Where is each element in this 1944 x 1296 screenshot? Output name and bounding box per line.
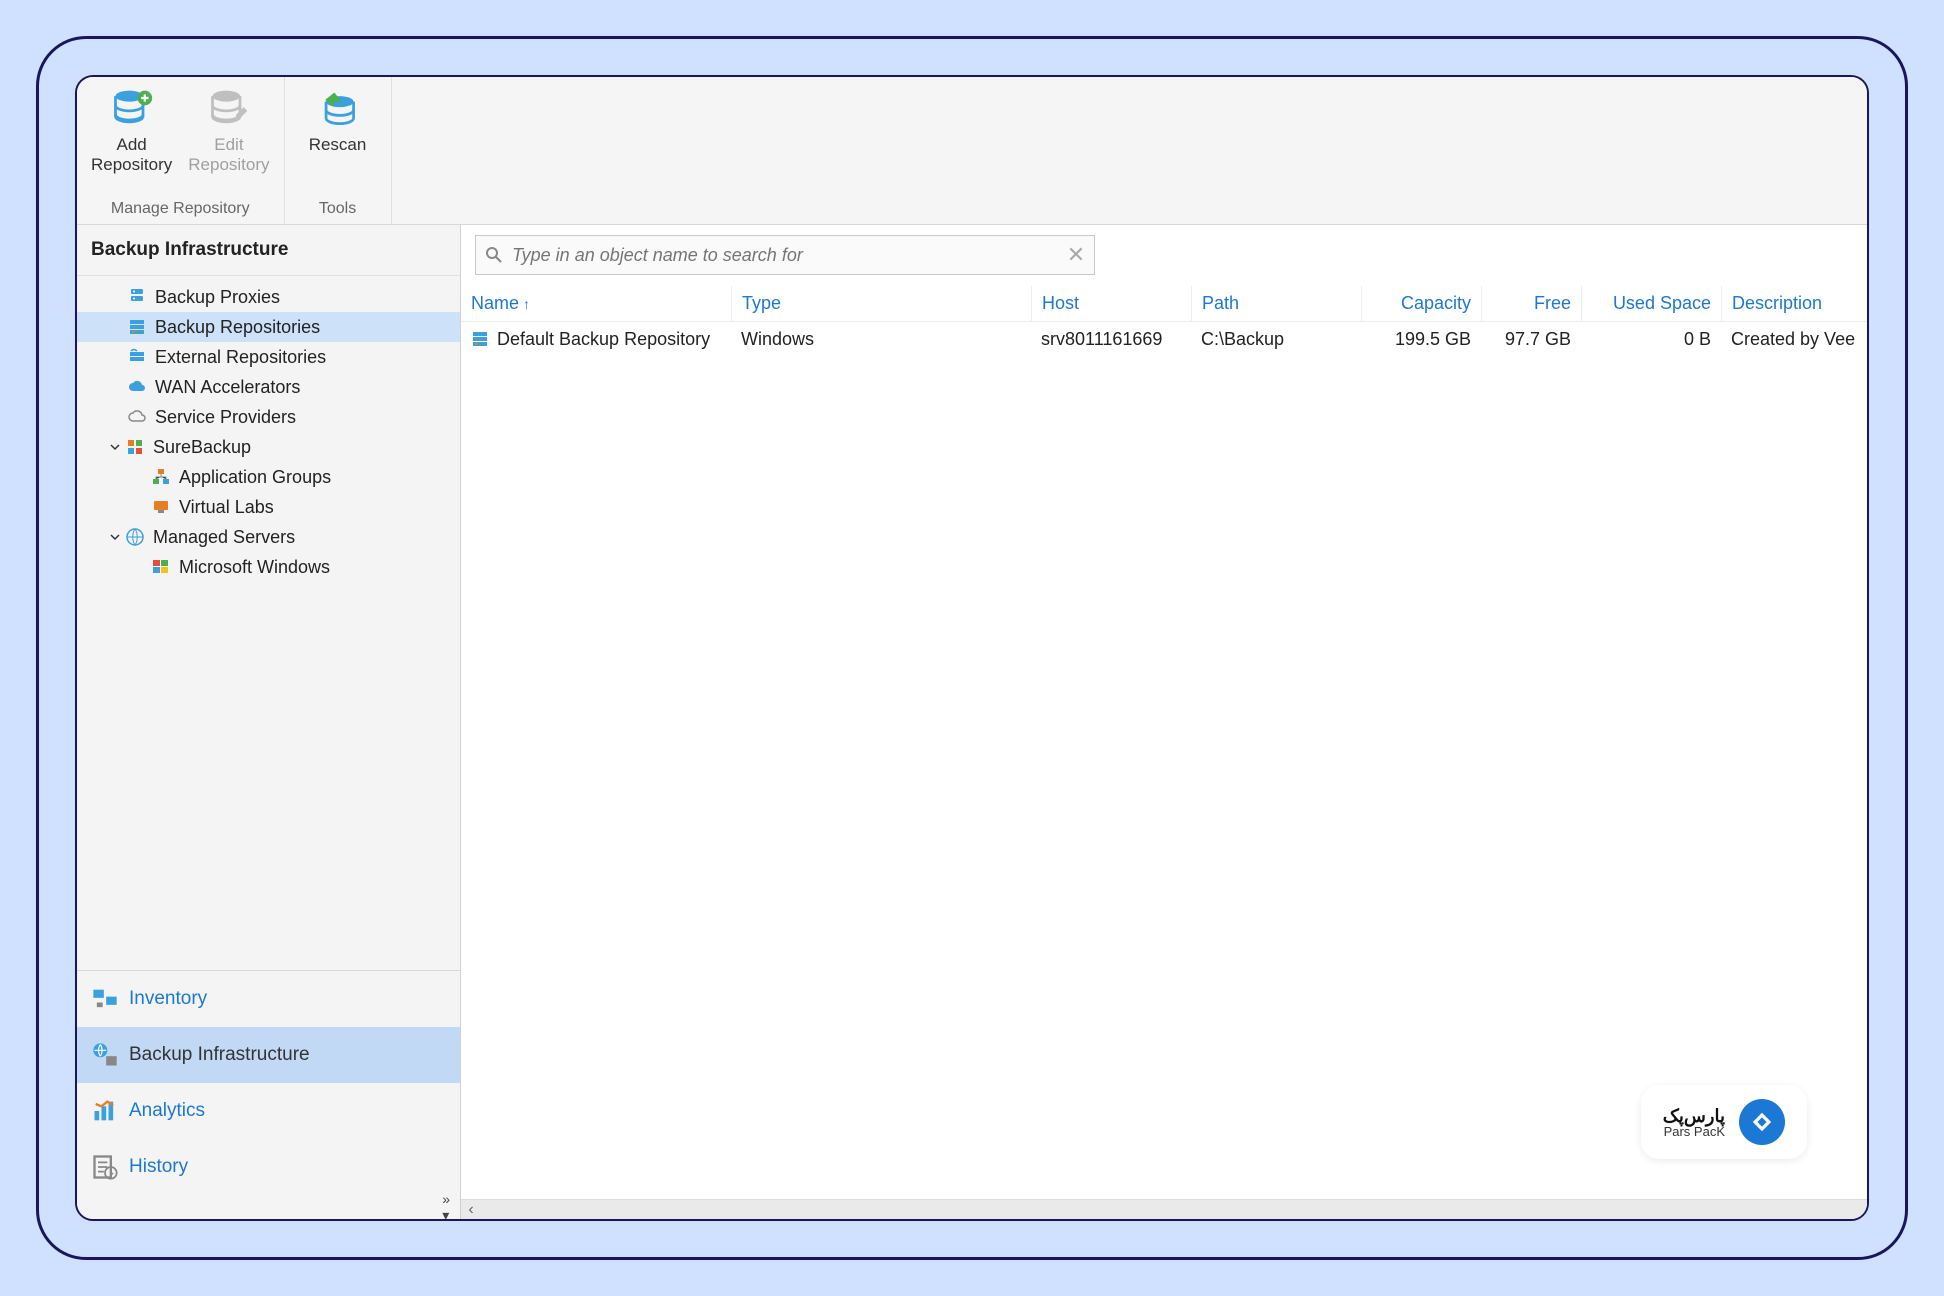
windows-icon: [151, 557, 171, 577]
grid-header: Name↑ Type Host Path Capacity Free Used …: [461, 286, 1867, 322]
tree-item-microsoft-windows[interactable]: Microsoft Windows: [77, 552, 460, 582]
nav-history[interactable]: History: [77, 1139, 460, 1195]
main-content: ✕ Name↑ Type Host Path Capacity Free Use…: [461, 225, 1867, 1219]
tree-item-surebackup[interactable]: SureBackup: [77, 432, 460, 462]
sidebar: Backup Infrastructure Backup Proxies Bac…: [77, 225, 461, 1219]
search-bar: ✕: [475, 235, 1095, 275]
tree-item-external-repositories[interactable]: External Repositories: [77, 342, 460, 372]
column-description[interactable]: Description: [1721, 286, 1867, 321]
sidebar-tree: Backup Proxies Backup Repositories Exter…: [77, 276, 460, 970]
cell-path: C:\Backup: [1191, 329, 1361, 350]
ribbon-toolbar: AddRepository EditRepository Manage Repo…: [77, 77, 1867, 225]
tree-expander-icon[interactable]: [107, 529, 123, 545]
analytics-icon: [91, 1097, 119, 1125]
edit-repository-button[interactable]: EditRepository: [182, 83, 275, 198]
sidebar-title: Backup Infrastructure: [77, 225, 460, 276]
tree-item-label: Service Providers: [155, 407, 296, 428]
clear-search-icon[interactable]: ✕: [1066, 245, 1086, 265]
cloud-icon: [127, 377, 147, 397]
column-path[interactable]: Path: [1191, 286, 1361, 321]
cell-name: Default Backup Repository: [497, 329, 710, 350]
tree-item-backup-proxies[interactable]: Backup Proxies: [77, 282, 460, 312]
database-edit-icon: [207, 87, 251, 131]
tree-item-label: Application Groups: [179, 467, 331, 488]
cell-capacity: 199.5 GB: [1361, 329, 1481, 350]
nav-expand-toggle[interactable]: »▾: [77, 1195, 460, 1219]
cell-free: 97.7 GB: [1481, 329, 1581, 350]
history-icon: [91, 1153, 119, 1181]
nav-backup-infrastructure[interactable]: Backup Infrastructure: [77, 1027, 460, 1083]
ribbon-group-label: Tools: [319, 198, 356, 222]
nav-inventory[interactable]: Inventory: [77, 971, 460, 1027]
tree-expander-icon[interactable]: [107, 439, 123, 455]
nav-label: Inventory: [129, 988, 207, 1010]
cell-host: srv8011161669: [1031, 329, 1191, 350]
grid-row[interactable]: Default Backup Repository Windows srv801…: [461, 322, 1867, 356]
tree-item-label: WAN Accelerators: [155, 377, 300, 398]
external-repository-icon: [127, 347, 147, 367]
tree-item-label: Backup Proxies: [155, 287, 280, 308]
brand-name: پارس‌پک: [1663, 1107, 1725, 1125]
horizontal-scrollbar[interactable]: ‹: [461, 1199, 1867, 1219]
cell-description: Created by Vee: [1721, 329, 1867, 350]
tree-item-virtual-labs[interactable]: Virtual Labs: [77, 492, 460, 522]
repository-row-icon: [471, 330, 489, 348]
nav-label: Backup Infrastructure: [129, 1044, 310, 1066]
rescan-button[interactable]: Rescan: [293, 83, 383, 198]
cell-used: 0 B: [1581, 329, 1721, 350]
nav-analytics[interactable]: Analytics: [77, 1083, 460, 1139]
ribbon-group-tools: Rescan Tools: [285, 77, 392, 224]
column-type[interactable]: Type: [731, 286, 1031, 321]
brand-subtitle: Pars PacK: [1663, 1125, 1725, 1138]
tree-item-label: SureBackup: [153, 437, 251, 458]
tree-item-label: Backup Repositories: [155, 317, 320, 338]
scroll-track[interactable]: [481, 1200, 1867, 1219]
ribbon-group-label: Manage Repository: [111, 198, 250, 222]
tree-item-wan-accelerators[interactable]: WAN Accelerators: [77, 372, 460, 402]
tree-item-label: Managed Servers: [153, 527, 295, 548]
sort-asc-icon: ↑: [523, 296, 530, 312]
add-repository-button[interactable]: AddRepository: [85, 83, 178, 198]
tree-item-application-groups[interactable]: Application Groups: [77, 462, 460, 492]
tree-item-label: External Repositories: [155, 347, 326, 368]
surebackup-icon: [125, 437, 145, 457]
search-input[interactable]: [512, 245, 1066, 266]
tree-item-managed-servers[interactable]: Managed Servers: [77, 522, 460, 552]
brand-logo-icon: [1739, 1099, 1785, 1145]
database-add-icon: [110, 87, 154, 131]
tree-item-backup-repositories[interactable]: Backup Repositories: [77, 312, 460, 342]
repository-grid: Name↑ Type Host Path Capacity Free Used …: [461, 286, 1867, 1199]
managed-servers-icon: [125, 527, 145, 547]
brand-badge: پارس‌پک Pars PacK: [1641, 1085, 1807, 1159]
database-rescan-icon: [316, 87, 360, 131]
inventory-icon: [91, 985, 119, 1013]
backup-infrastructure-icon: [91, 1041, 119, 1069]
column-free[interactable]: Free: [1481, 286, 1581, 321]
cell-type: Windows: [731, 329, 1031, 350]
column-used-space[interactable]: Used Space: [1581, 286, 1721, 321]
tree-item-label: Virtual Labs: [179, 497, 274, 518]
tree-item-service-providers[interactable]: Service Providers: [77, 402, 460, 432]
service-provider-icon: [127, 407, 147, 427]
application-groups-icon: [151, 467, 171, 487]
virtual-labs-icon: [151, 497, 171, 517]
bottom-nav: Inventory Backup Infrastructure Analytic…: [77, 970, 460, 1219]
tree-item-label: Microsoft Windows: [179, 557, 330, 578]
scroll-left-icon[interactable]: ‹: [461, 1200, 481, 1219]
column-host[interactable]: Host: [1031, 286, 1191, 321]
repository-icon: [127, 317, 147, 337]
proxy-icon: [127, 287, 147, 307]
nav-label: Analytics: [129, 1100, 205, 1122]
search-icon: [484, 245, 504, 265]
column-capacity[interactable]: Capacity: [1361, 286, 1481, 321]
column-name[interactable]: Name↑: [461, 286, 731, 321]
nav-label: History: [129, 1156, 188, 1178]
ribbon-group-manage-repository: AddRepository EditRepository Manage Repo…: [77, 77, 285, 224]
